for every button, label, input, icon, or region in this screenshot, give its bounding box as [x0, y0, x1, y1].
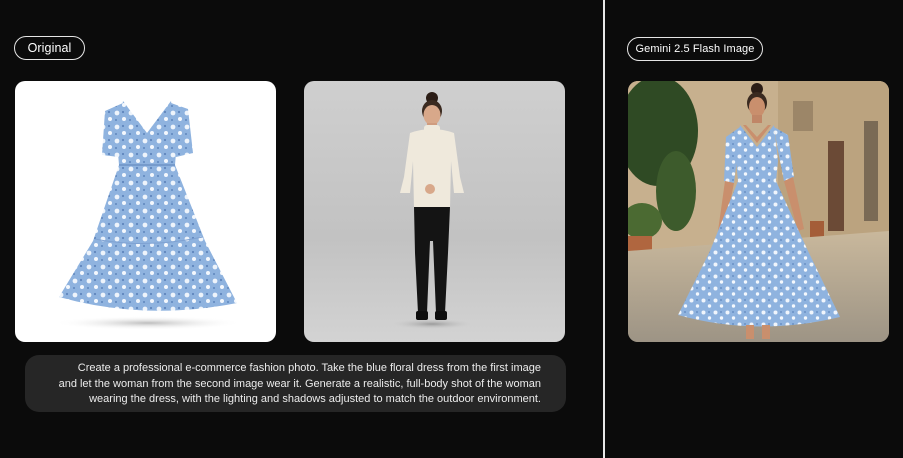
result-image	[628, 81, 889, 342]
prompt-line-1: Create a professional e-commerce fashion…	[77, 362, 541, 374]
dress-image	[15, 81, 276, 342]
prompt-line-3: wearing the dress, with the lighting and…	[89, 393, 541, 405]
section-divider	[603, 0, 605, 458]
prompt-text-box: Create a professional e-commerce fashion…	[25, 355, 566, 412]
prompt-line-2: and let the woman from the second image …	[58, 377, 541, 390]
gemini-model-label: Gemini 2.5 Flash Image	[627, 37, 763, 61]
original-label: Original	[14, 36, 85, 60]
woman-image	[304, 81, 565, 342]
